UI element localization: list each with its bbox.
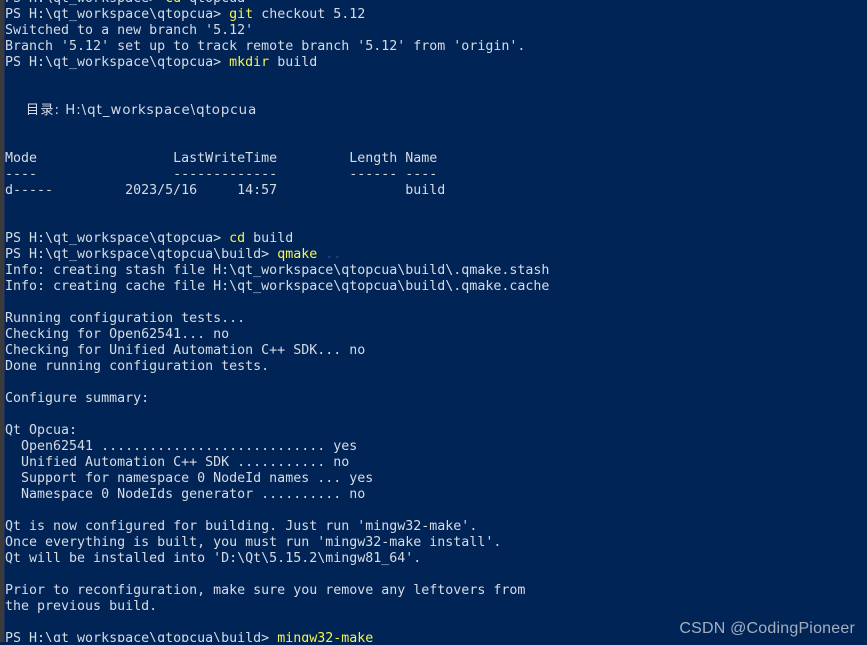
output-text: 目录: H:\qt_workspace\qtopcua — [5, 103, 258, 118]
terminal-line: 目录: H:\qt_workspace\qtopcua — [5, 103, 867, 119]
terminal-line: PS H:\qt_workspace\qtopcua> git checkout… — [5, 7, 867, 23]
output-text: checkout 5.12 — [253, 7, 366, 22]
terminal-line: the previous build. — [5, 599, 867, 615]
terminal-line: Switched to a new branch '5.12' — [5, 23, 867, 39]
terminal-line: Info: creating cache file H:\qt_workspac… — [5, 279, 867, 295]
output-text: Switched to a new branch '5.12' — [5, 23, 254, 38]
output-text: Checking for Unified Automation C++ SDK.… — [5, 343, 366, 358]
output-text: PS H:\qt_workspace\qtopcua> — [5, 231, 230, 246]
output-text: Info: creating stash file H:\qt_workspac… — [5, 263, 550, 278]
output-text: Namespace 0 NodeIds generator ..........… — [5, 487, 366, 502]
terminal-line: d----- 2023/5/16 14:57 build — [5, 183, 867, 199]
output-text: ---- ------------- ------ ---- — [5, 167, 438, 182]
output-text: PS H:\qt_workspace\qtopcua> — [5, 7, 230, 22]
output-text: Prior to reconfiguration, make sure you … — [5, 583, 526, 598]
terminal-line: PS H:\qt_workspace\qtopcua> cd build — [5, 231, 867, 247]
terminal-output-area[interactable]: PS H:\qt_workspace> cd qtopcuaPS H:\qt_w… — [5, 0, 867, 645]
terminal-line: Done running configuration tests. — [5, 359, 867, 375]
output-text: d----- 2023/5/16 14:57 build — [5, 183, 446, 198]
terminal-line: Qt is now configured for building. Just … — [5, 519, 867, 535]
output-text: Running configuration tests... — [5, 311, 246, 326]
terminal-line: PS H:\qt_workspace\qtopcua> mkdir build — [5, 55, 867, 71]
output-text: Done running configuration tests. — [5, 359, 270, 374]
output-text: Qt will be installed into 'D:\Qt\5.15.2\… — [5, 551, 422, 566]
output-text: the previous build. — [5, 599, 158, 614]
terminal-line: Mode LastWriteTime Length Name — [5, 151, 867, 167]
output-text: build — [269, 55, 318, 70]
terminal-line: PS H:\qt_workspace\qtopcua\build> qmake … — [5, 247, 867, 263]
terminal-line: Qt Opcua: — [5, 423, 867, 439]
output-text: Open62541 ............................ y… — [5, 439, 358, 454]
terminal-line: Prior to reconfiguration, make sure you … — [5, 583, 867, 599]
command-token: git — [229, 7, 254, 22]
terminal-line: Support for namespace 0 NodeId names ...… — [5, 471, 867, 487]
output-text: .. — [325, 247, 342, 262]
command-token: cd — [229, 231, 246, 246]
output-text: Qt Opcua: — [5, 423, 78, 438]
output-text: PS H:\qt_workspace\qtopcua\build> — [5, 247, 278, 262]
command-token: mkdir — [229, 55, 270, 70]
command-token: cd — [165, 0, 181, 6]
terminal-line: Checking for Unified Automation C++ SDK.… — [5, 343, 867, 359]
terminal-line: ---- ------------- ------ ---- — [5, 167, 867, 183]
window-left-border-inner — [4, 0, 5, 645]
terminal-line: Checking for Open62541... no — [5, 327, 867, 343]
output-text: Once everything is built, you must run '… — [5, 535, 502, 550]
terminal-line: Open62541 ............................ y… — [5, 439, 867, 455]
output-text: Checking for Open62541... no — [5, 327, 230, 342]
command-token: qmake — [277, 247, 318, 262]
output-text: Support for namespace 0 NodeId names ...… — [5, 471, 374, 486]
terminal-line: PS H:\qt_workspace> cd qtopcua — [5, 0, 867, 7]
terminal-line: Unified Automation C++ SDK ........... n… — [5, 455, 867, 471]
output-text: Mode LastWriteTime Length Name — [5, 151, 438, 166]
terminal-line: Configure summary: — [5, 391, 867, 407]
terminal-line: Info: creating stash file H:\qt_workspac… — [5, 263, 867, 279]
output-text: Qt is now configured for building. Just … — [5, 519, 478, 534]
output-text: Info: creating cache file H:\qt_workspac… — [5, 279, 550, 294]
output-text: Configure summary: — [5, 391, 150, 406]
terminal-line: Qt will be installed into 'D:\Qt\5.15.2\… — [5, 551, 867, 567]
output-text: qtopcua — [181, 0, 245, 6]
output-text: Unified Automation C++ SDK ........... n… — [5, 455, 350, 470]
terminal-line: Namespace 0 NodeIds generator ..........… — [5, 487, 867, 503]
output-text: build — [245, 231, 294, 246]
terminal-line: Branch '5.12' set up to track remote bra… — [5, 39, 867, 55]
output-text: Branch '5.12' set up to track remote bra… — [5, 39, 526, 54]
terminal-line: Running configuration tests... — [5, 311, 867, 327]
terminal-line: Once everything is built, you must run '… — [5, 535, 867, 551]
powershell-terminal-window[interactable]: PS H:\qt_workspace> cd qtopcuaPS H:\qt_w… — [0, 0, 867, 645]
output-text: PS H:\qt_workspace\qtopcua> — [5, 55, 230, 70]
output-text: PS H:\qt_workspace> — [5, 0, 165, 6]
